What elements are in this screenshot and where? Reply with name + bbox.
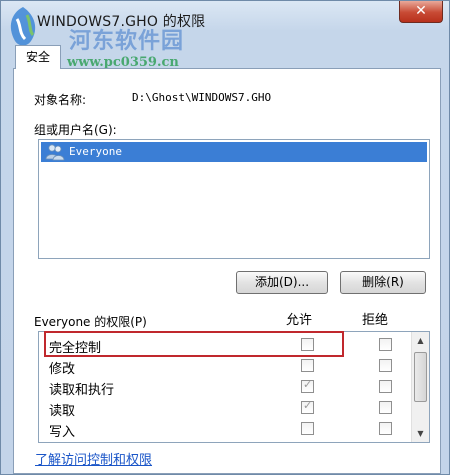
object-name-value: D:\Ghost\WINDOWS7.GHO bbox=[132, 91, 272, 104]
permission-name: 读取 bbox=[49, 404, 76, 419]
deny-checkbox[interactable] bbox=[379, 359, 392, 372]
permission-name: 写入 bbox=[49, 425, 76, 440]
allow-checkbox[interactable] bbox=[301, 422, 314, 435]
permissions-dialog: WINDOWS7.GHO 的权限 ✕ 河东软件园 www.pc0359.cn 安… bbox=[0, 0, 450, 475]
deny-checkbox[interactable] bbox=[379, 401, 392, 414]
group-user-list[interactable]: Everyone bbox=[38, 139, 430, 259]
table-row: 修改 bbox=[39, 355, 409, 377]
deny-checkbox[interactable] bbox=[379, 338, 392, 351]
close-button[interactable]: ✕ bbox=[399, 1, 443, 23]
allow-checkbox[interactable] bbox=[301, 359, 314, 372]
list-item[interactable]: Everyone bbox=[41, 142, 427, 162]
learn-access-control-link[interactable]: 了解访问控制和权限 bbox=[35, 449, 152, 468]
users-group-icon bbox=[45, 144, 65, 161]
allow-checkbox[interactable] bbox=[301, 378, 314, 393]
scroll-thumb[interactable] bbox=[414, 352, 427, 402]
remove-button[interactable]: 删除(R) bbox=[340, 271, 426, 294]
security-panel: 对象名称: D:\Ghost\WINDOWS7.GHO 组或用户名(G): Ev… bbox=[13, 68, 441, 474]
allow-checkbox[interactable] bbox=[301, 338, 314, 351]
deny-column-header: 拒绝 bbox=[362, 313, 389, 328]
watermark-logo-icon bbox=[10, 7, 36, 46]
watermark-site-name: 河东软件园 bbox=[69, 28, 185, 54]
permissions-scrollbar[interactable]: ▲ ▼ bbox=[411, 332, 429, 442]
scroll-down-arrow-icon[interactable]: ▼ bbox=[413, 426, 428, 441]
permission-name: 读取和执行 bbox=[49, 383, 115, 398]
permission-name: 修改 bbox=[49, 362, 76, 377]
deny-checkbox[interactable] bbox=[379, 422, 392, 435]
allow-column-header: 允许 bbox=[286, 313, 313, 328]
table-row: 读取 bbox=[39, 397, 409, 419]
group-list-label: 组或用户名(G): bbox=[34, 123, 117, 137]
table-row: 完全控制 bbox=[39, 334, 409, 356]
allow-checkbox[interactable] bbox=[301, 399, 314, 414]
table-row: 写入 bbox=[39, 418, 409, 440]
permissions-label: Everyone 的权限(P) bbox=[34, 315, 147, 329]
scroll-up-arrow-icon[interactable]: ▲ bbox=[413, 333, 428, 348]
object-name-label: 对象名称: bbox=[34, 93, 87, 107]
table-row: 读取和执行 bbox=[39, 376, 409, 398]
permissions-table: 完全控制 修改 读取和执行 读取 写入 bbox=[38, 331, 430, 443]
permission-name: 完全控制 bbox=[49, 341, 102, 356]
list-item-label: Everyone bbox=[69, 145, 122, 158]
tab-security[interactable]: 安全 bbox=[15, 45, 61, 69]
deny-checkbox[interactable] bbox=[379, 380, 392, 393]
add-button[interactable]: 添加(D)... bbox=[236, 271, 328, 294]
